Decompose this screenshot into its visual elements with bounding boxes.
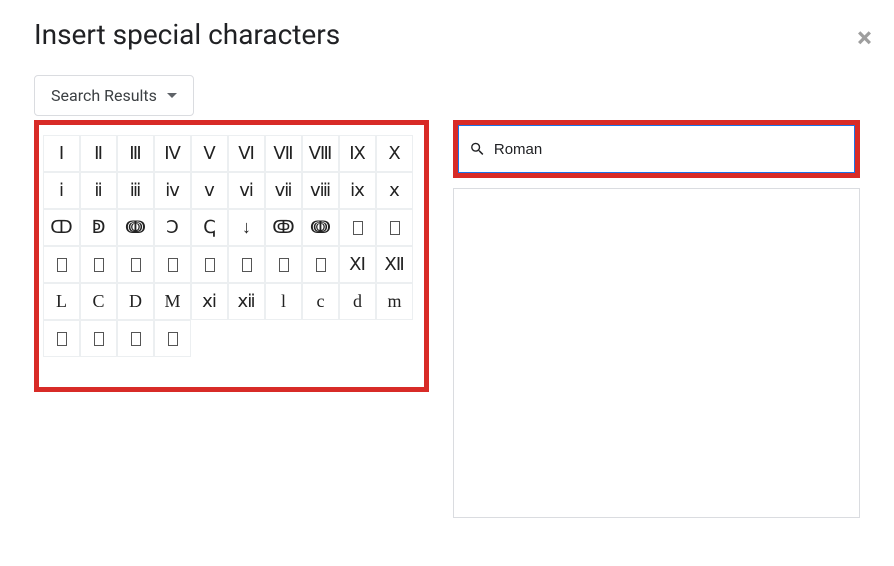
placeholder-glyph-icon [390, 221, 400, 235]
character-cell[interactable]: ⅲ [117, 172, 154, 209]
placeholder-glyph-icon [168, 258, 178, 272]
chevron-down-icon [167, 93, 177, 98]
character-cell[interactable]: ⅴ [191, 172, 228, 209]
character-cell[interactable]: d [339, 283, 376, 320]
placeholder-glyph-icon [279, 258, 289, 272]
character-cell[interactable] [80, 246, 117, 283]
placeholder-glyph-icon [353, 221, 363, 235]
character-cell[interactable]: Ⅵ [228, 135, 265, 172]
character-cell[interactable]: Ⅺ [339, 246, 376, 283]
character-cell[interactable]: Ⅶ [265, 135, 302, 172]
placeholder-glyph-icon [242, 258, 252, 272]
character-cell[interactable]: ↅ [191, 209, 228, 246]
character-cell[interactable]: Ⅲ [117, 135, 154, 172]
search-input[interactable] [494, 141, 844, 158]
character-cell[interactable] [80, 320, 117, 357]
character-cell[interactable]: Ⅰ [43, 135, 80, 172]
character-cell[interactable]: ⅸ [339, 172, 376, 209]
character-cell[interactable]: Ⅳ [154, 135, 191, 172]
character-cell[interactable]: ↈ [302, 209, 339, 246]
placeholder-glyph-icon [131, 258, 141, 272]
character-cell[interactable]: ↁ [80, 209, 117, 246]
search-icon [469, 140, 486, 158]
character-cell[interactable]: ↓ [228, 209, 265, 246]
character-cell[interactable]: ⅷ [302, 172, 339, 209]
character-cell[interactable] [43, 320, 80, 357]
character-cell[interactable]: Ⅱ [80, 135, 117, 172]
character-cell[interactable]: c [302, 283, 339, 320]
character-cell[interactable] [43, 246, 80, 283]
character-cell[interactable]: ↂ [265, 209, 302, 246]
search-box[interactable] [458, 125, 855, 173]
placeholder-glyph-icon [94, 332, 104, 346]
character-cell[interactable] [117, 246, 154, 283]
character-cell[interactable]: ⅹ [376, 172, 413, 209]
dialog-title: Insert special characters [34, 18, 860, 51]
placeholder-glyph-icon [205, 258, 215, 272]
dropdown-label: Search Results [51, 86, 157, 105]
character-cell[interactable]: ⅵ [228, 172, 265, 209]
character-cell[interactable]: Ⅹ [376, 135, 413, 172]
placeholder-glyph-icon [57, 332, 67, 346]
placeholder-glyph-icon [168, 332, 178, 346]
character-results-panel: ⅠⅡⅢⅣⅤⅥⅦⅧⅨⅩⅰⅱⅲⅳⅴⅵⅶⅷⅸⅹↀↁↈↃↅ↓ↂↈⅪⅫLCDMⅺⅻlcdm [34, 120, 429, 392]
character-cell[interactable]: ⅺ [191, 283, 228, 320]
character-cell[interactable]: Ⅷ [302, 135, 339, 172]
character-cell[interactable]: Ⅴ [191, 135, 228, 172]
character-cell[interactable]: Ↄ [154, 209, 191, 246]
character-cell[interactable]: C [80, 283, 117, 320]
character-cell[interactable] [154, 246, 191, 283]
placeholder-glyph-icon [57, 258, 67, 272]
character-cell[interactable]: ↀ [43, 209, 80, 246]
character-cell[interactable]: ⅰ [43, 172, 80, 209]
character-cell[interactable]: m [376, 283, 413, 320]
close-button[interactable]: × [857, 24, 872, 52]
character-cell[interactable]: ↈ [117, 209, 154, 246]
character-cell[interactable]: L [43, 283, 80, 320]
character-cell[interactable] [339, 209, 376, 246]
character-cell[interactable]: D [117, 283, 154, 320]
character-cell[interactable]: M [154, 283, 191, 320]
character-cell[interactable]: ⅱ [80, 172, 117, 209]
character-cell[interactable]: ⅶ [265, 172, 302, 209]
character-cell[interactable]: Ⅸ [339, 135, 376, 172]
character-cell[interactable]: ⅻ [228, 283, 265, 320]
placeholder-glyph-icon [316, 258, 326, 272]
character-cell[interactable] [154, 320, 191, 357]
placeholder-glyph-icon [94, 258, 104, 272]
character-grid: ⅠⅡⅢⅣⅤⅥⅦⅧⅨⅩⅰⅱⅲⅳⅴⅵⅶⅷⅸⅹↀↁↈↃↅ↓ↂↈⅪⅫLCDMⅺⅻlcdm [39, 125, 424, 357]
search-highlight [453, 120, 860, 178]
placeholder-glyph-icon [131, 332, 141, 346]
character-cell[interactable] [265, 246, 302, 283]
character-cell[interactable]: ⅳ [154, 172, 191, 209]
draw-panel[interactable] [453, 188, 860, 518]
character-cell[interactable] [191, 246, 228, 283]
character-cell[interactable]: Ⅻ [376, 246, 413, 283]
character-cell[interactable]: l [265, 283, 302, 320]
category-dropdown[interactable]: Search Results [34, 75, 194, 116]
character-cell[interactable] [302, 246, 339, 283]
character-cell[interactable] [117, 320, 154, 357]
character-cell[interactable] [376, 209, 413, 246]
character-cell[interactable] [228, 246, 265, 283]
